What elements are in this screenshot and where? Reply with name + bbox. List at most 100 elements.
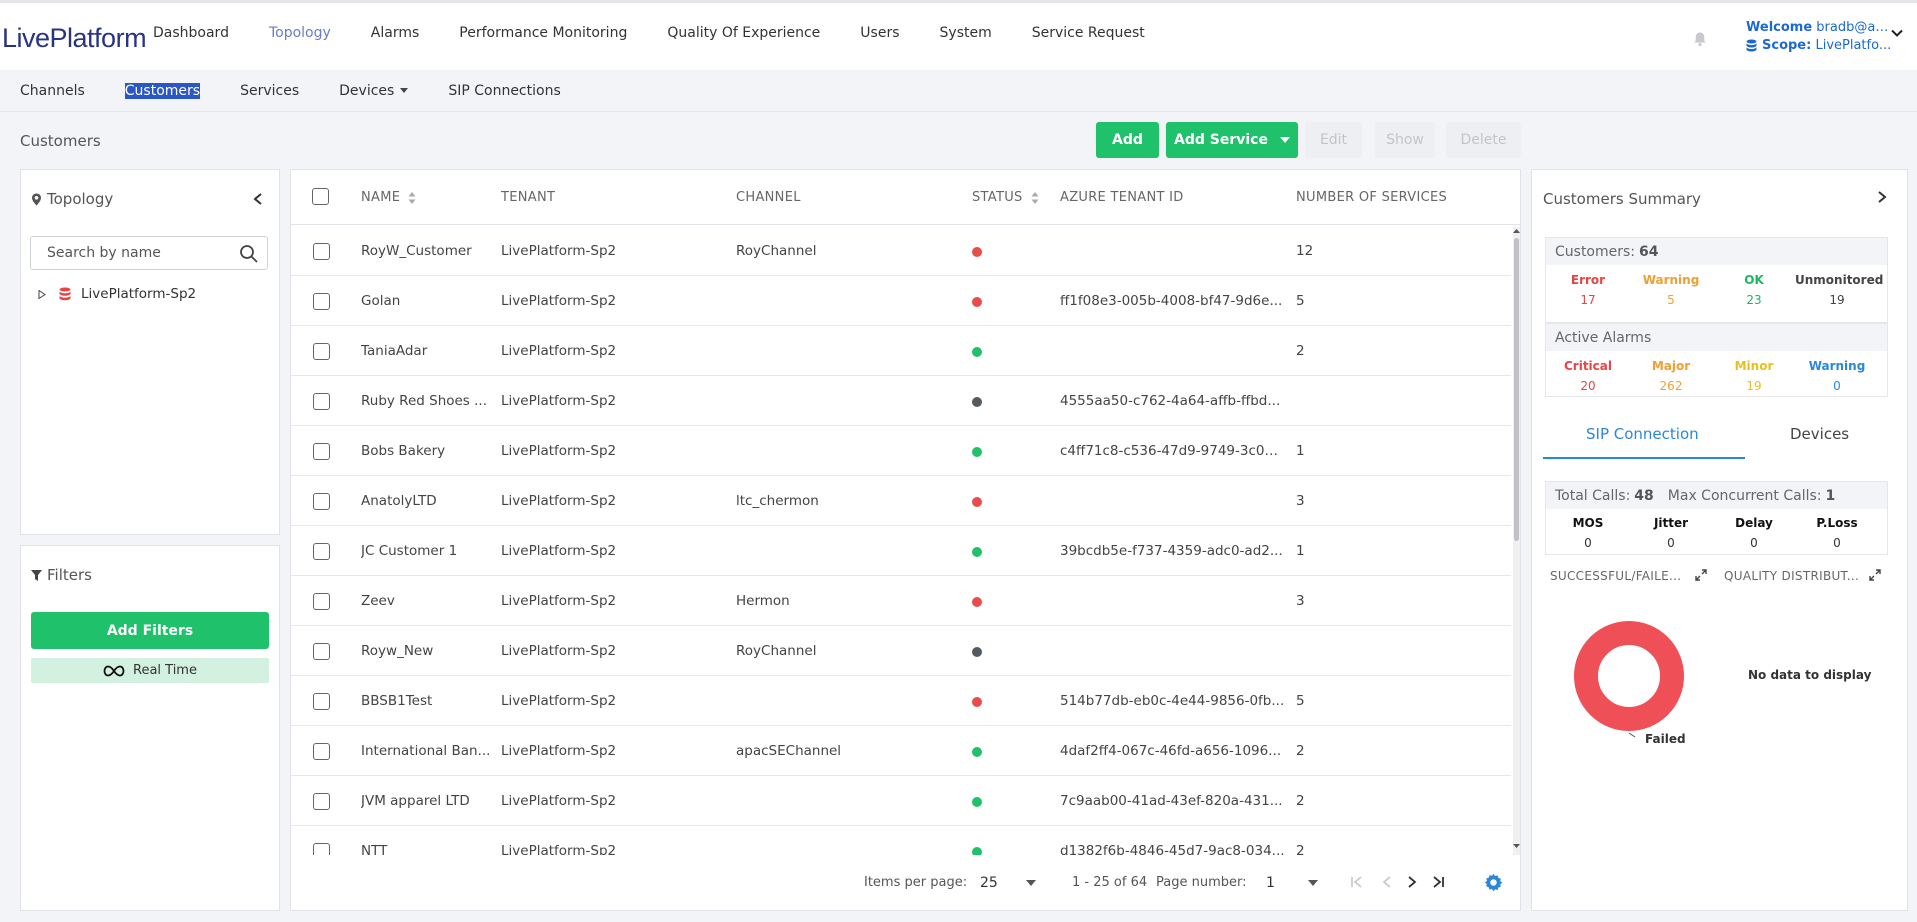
scroll-up-arrow-icon[interactable] [1512, 228, 1521, 234]
show-button[interactable]: Show [1375, 122, 1435, 158]
customers-count-label: Customers: [1555, 243, 1636, 260]
expand-chevron-icon[interactable] [1876, 190, 1888, 204]
row-checkbox[interactable] [313, 393, 330, 410]
real-time-toggle[interactable]: Real Time [31, 658, 269, 683]
col-channel-header[interactable]: CHANNEL [736, 190, 801, 205]
row-checkbox[interactable] [313, 243, 330, 260]
expand-caret-icon[interactable] [38, 289, 46, 299]
notifications-bell-icon[interactable] [1692, 31, 1708, 47]
table-row[interactable]: AnatolyLTD LivePlatform-Sp2 ltc_chermon 3 [291, 476, 1511, 526]
table-row[interactable]: Ruby Red Shoes ... LivePlatform-Sp2 4555aa… [291, 376, 1511, 426]
stat-label: OK [1744, 273, 1764, 287]
filter-icon [31, 569, 42, 581]
donut-failed-slice[interactable] [1574, 621, 1684, 731]
nav-item-users[interactable]: Users [860, 25, 899, 41]
scroll-down-arrow-icon[interactable] [1512, 843, 1521, 849]
add-button[interactable]: Add [1096, 122, 1159, 158]
row-checkbox[interactable] [313, 593, 330, 610]
subnav-item-sip-connections[interactable]: SIP Connections [448, 83, 560, 99]
nav-item-topology[interactable]: Topology [269, 25, 331, 41]
sort-icon[interactable] [1031, 191, 1039, 204]
col-services-header[interactable]: NUMBER OF SERVICES [1296, 190, 1447, 205]
subnav-item-customers[interactable]: Customers [124, 82, 201, 99]
row-checkbox[interactable] [313, 693, 330, 710]
stat-mos[interactable]: MOS 0 [1546, 516, 1630, 550]
select-all-checkbox[interactable] [312, 188, 329, 205]
table-row[interactable]: JVM apparel LTD LivePlatform-Sp2 7c9aab00-… [291, 776, 1511, 826]
tab-sip-connection[interactable]: SIP Connection [1586, 425, 1699, 443]
expand-icon[interactable] [1869, 569, 1881, 581]
col-azure-header[interactable]: AZURE TENANT ID [1060, 190, 1184, 205]
table-row[interactable]: TaniaAdar LivePlatform-Sp2 2 [291, 326, 1511, 376]
page-title: Customers [20, 132, 101, 150]
table-row[interactable]: Royw_New LivePlatform-Sp2 RoyChannel [291, 626, 1511, 676]
next-page-icon[interactable] [1407, 876, 1417, 888]
table-row[interactable]: Bobs Bakery LivePlatform-Sp2 c4ff71c8-c536… [291, 426, 1511, 476]
scrollbar-thumb[interactable] [1514, 238, 1519, 541]
stat-warning[interactable]: Warning 0 [1795, 359, 1879, 393]
scope-label: Scope: [1762, 38, 1812, 53]
nav-item-performance-monitoring[interactable]: Performance Monitoring [459, 25, 627, 41]
page-number-select[interactable]: 1 [1266, 869, 1336, 897]
row-checkbox[interactable] [313, 443, 330, 460]
col-status-header[interactable]: STATUS [972, 190, 1039, 205]
stat-unmonitored[interactable]: Unmonitored 19 [1795, 273, 1883, 307]
add-filters-button[interactable]: Add Filters [31, 612, 269, 649]
topology-search-input[interactable] [31, 237, 231, 269]
total-calls-label: Total Calls: [1555, 487, 1631, 504]
row-checkbox[interactable] [313, 743, 330, 760]
edit-button[interactable]: Edit [1305, 122, 1362, 158]
row-checkbox[interactable] [313, 343, 330, 360]
stat-error[interactable]: Error 17 [1546, 273, 1630, 307]
row-checkbox[interactable] [313, 493, 330, 510]
table-row[interactable]: BBSB1Test LivePlatform-Sp2 514b77db-eb0c-4… [291, 676, 1511, 726]
table-row[interactable]: RoyW_Customer LivePlatform-Sp2 RoyChannel 1… [291, 226, 1511, 276]
stat-major[interactable]: Major 262 [1629, 359, 1713, 393]
stat-minor[interactable]: Minor 19 [1712, 359, 1796, 393]
row-checkbox[interactable] [313, 843, 330, 855]
col-name-header[interactable]: NAME [361, 190, 416, 205]
stat-critical[interactable]: Critical 20 [1546, 359, 1630, 393]
tab-devices[interactable]: Devices [1790, 425, 1849, 443]
subnav-item-channels[interactable]: Channels [20, 83, 85, 99]
nav-item-dashboard[interactable]: Dashboard [153, 25, 229, 41]
stat-delay[interactable]: Delay 0 [1712, 516, 1796, 550]
nav-item-alarms[interactable]: Alarms [371, 25, 420, 41]
table-row[interactable]: NTT LivePlatform-Sp2 d1382f6b-4846-45d7-9a… [291, 826, 1511, 855]
stat-value: 0 [1833, 536, 1841, 550]
delete-button[interactable]: Delete [1446, 122, 1521, 158]
table-row[interactable]: Golan LivePlatform-Sp2 ff1f08e3-005b-4008-… [291, 276, 1511, 326]
row-checkbox[interactable] [313, 793, 330, 810]
nav-item-service-request[interactable]: Service Request [1032, 25, 1145, 41]
sort-icon[interactable] [408, 191, 416, 204]
nav-item-quality-of-experience[interactable]: Quality Of Experience [667, 25, 820, 41]
row-checkbox[interactable] [313, 293, 330, 310]
stat-warning[interactable]: Warning 5 [1629, 273, 1713, 307]
app-logo[interactable]: LivePlatform [2, 23, 147, 53]
col-channel-label: CHANNEL [736, 190, 801, 205]
prev-page-icon[interactable] [1382, 876, 1392, 888]
collapse-chevron-icon[interactable] [252, 192, 264, 206]
table-row[interactable]: JC Customer 1 LivePlatform-Sp2 39bcdb5e-f7… [291, 526, 1511, 576]
expand-icon[interactable] [1695, 569, 1707, 581]
items-per-page-select[interactable]: 25 [980, 869, 1050, 897]
add-service-button[interactable]: Add Service [1166, 122, 1298, 158]
last-page-icon[interactable] [1432, 876, 1444, 888]
stat-p-loss[interactable]: P.Loss 0 [1795, 516, 1879, 550]
subnav-item-services[interactable]: Services [240, 83, 299, 99]
table-row[interactable]: International Ban... LivePlatform-Sp2 apac… [291, 726, 1511, 776]
col-tenant-header[interactable]: TENANT [501, 190, 555, 205]
row-checkbox[interactable] [313, 643, 330, 660]
search-icon[interactable] [239, 244, 259, 264]
settings-gear-icon[interactable] [1484, 873, 1503, 892]
first-page-icon[interactable] [1351, 876, 1363, 888]
nav-item-system[interactable]: System [940, 25, 992, 41]
table-row[interactable]: Zeev LivePlatform-Sp2 Hermon 3 [291, 576, 1511, 626]
tree-node-root[interactable]: LivePlatform-Sp2 [38, 286, 196, 302]
user-menu[interactable]: Welcome bradb@au... Scope: LivePlatfo... [1746, 20, 1906, 53]
row-checkbox[interactable] [313, 543, 330, 560]
subnav-item-devices[interactable]: Devices [339, 83, 409, 99]
stat-jitter[interactable]: Jitter 0 [1629, 516, 1713, 550]
chevron-down-icon[interactable] [1890, 26, 1904, 40]
stat-ok[interactable]: OK 23 [1712, 273, 1796, 307]
